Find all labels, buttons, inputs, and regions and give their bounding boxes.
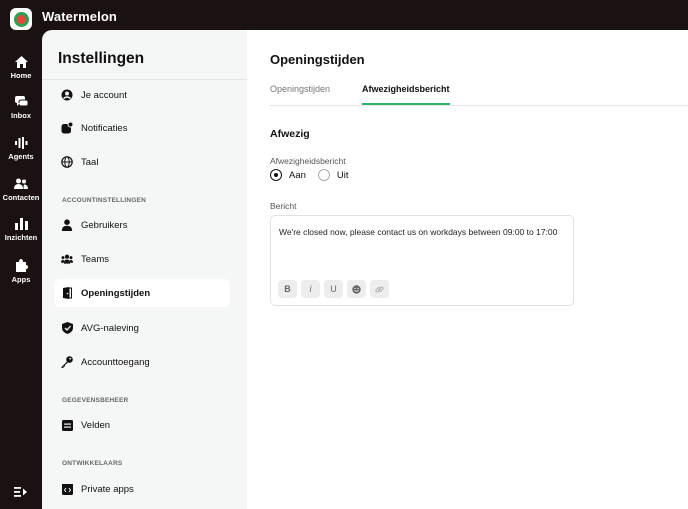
radio-uit-label: Uit <box>336 169 349 181</box>
nav-contacts-label: Contacten <box>2 193 40 202</box>
settings-item-openingstijden[interactable]: Openingstijden <box>54 279 230 307</box>
settings-item-label: Private apps <box>81 483 134 495</box>
agents-icon <box>14 137 27 149</box>
left-nav: Home Inbox Agents Contacten Inzichten Ap… <box>0 32 42 509</box>
italic-button[interactable]: i <box>301 280 320 298</box>
settings-item-label: Taal <box>81 156 99 168</box>
settings-item-accounttoegang[interactable]: Accounttoegang <box>54 348 230 376</box>
settings-item-avg-naleving[interactable]: AVG-naleving <box>54 314 230 342</box>
collapse-nav-button[interactable] <box>14 484 28 502</box>
door-icon <box>61 287 73 299</box>
emoji-icon <box>352 284 361 294</box>
settings-item-label: Gebruikers <box>81 219 128 231</box>
nav-agents[interactable]: Agents <box>0 137 42 161</box>
shield-icon <box>61 322 73 334</box>
top-bar: Watermelon <box>0 0 688 32</box>
puzzle-icon <box>15 259 28 272</box>
underline-button[interactable]: U <box>324 280 343 298</box>
main-content: Openingstijden Openingstijden Afwezighei… <box>247 30 688 509</box>
tab-openingstijden[interactable]: Openingstijden <box>270 84 330 103</box>
nav-insights-label: Inzichten <box>4 233 38 242</box>
settings-item-gebruikers[interactable]: Gebruikers <box>54 211 230 239</box>
code-icon <box>61 483 73 495</box>
nav-apps-label: Apps <box>11 275 31 284</box>
contacts-icon <box>14 178 28 189</box>
nav-inbox[interactable]: Inbox <box>0 96 42 120</box>
home-icon <box>14 56 28 68</box>
fields-icon <box>61 419 73 431</box>
settings-item-teams[interactable]: Teams <box>54 245 230 273</box>
nav-agents-label: Agents <box>8 152 34 161</box>
collapse-icon <box>14 487 27 497</box>
nav-insights[interactable]: Inzichten <box>0 218 42 242</box>
message-text[interactable]: We're closed now, please contact us on w… <box>279 227 557 237</box>
user-circle-icon <box>61 89 73 101</box>
nav-home[interactable]: Home <box>0 56 42 80</box>
tab-afwezigheidsbericht[interactable]: Afwezigheidsbericht <box>362 84 450 105</box>
settings-item-label: Je account <box>81 89 127 101</box>
tab-bar: Openingstijden Afwezigheidsbericht <box>270 82 688 106</box>
nav-apps[interactable]: Apps <box>0 259 42 284</box>
nav-home-label: Home <box>10 71 32 80</box>
notification-icon <box>61 122 73 134</box>
settings-sidebar: Instellingen Je account Notificaties Taa… <box>42 30 247 509</box>
link-button[interactable] <box>370 280 389 298</box>
settings-item-label: Accounttoegang <box>81 356 150 368</box>
radio-aan-label: Aan <box>289 169 306 181</box>
settings-item-private-apps[interactable]: Private apps <box>54 475 230 503</box>
away-radio-group: Aan Uit <box>270 169 361 181</box>
settings-item-taal[interactable]: Taal <box>54 148 230 176</box>
radio-uit[interactable] <box>317 169 330 181</box>
emoji-button[interactable] <box>347 280 366 298</box>
settings-item-je-account[interactable]: Je account <box>54 81 230 109</box>
link-icon <box>375 286 384 292</box>
key-icon <box>61 356 73 368</box>
user-icon <box>61 219 73 231</box>
page-title: Openingstijden <box>270 52 365 67</box>
watermelon-logo[interactable] <box>10 8 32 30</box>
settings-item-label: Notificaties <box>81 122 128 134</box>
bold-button[interactable]: B <box>278 280 297 298</box>
section-title-ontwikkelaars: ONTWIKKELAARS <box>62 460 123 467</box>
message-label: Bericht <box>270 201 297 211</box>
section-title-gegevensbeheer: GEGEVENSBEHEER <box>62 397 129 404</box>
section-title-afwezig: Afwezig <box>270 128 310 140</box>
message-editor[interactable]: We're closed now, please contact us on w… <box>270 215 574 306</box>
settings-title: Instellingen <box>58 50 145 67</box>
settings-item-velden[interactable]: Velden <box>54 411 230 439</box>
section-title-accountinstellingen: ACCOUNTINSTELLINGEN <box>62 197 146 204</box>
globe-icon <box>61 156 73 168</box>
team-icon <box>61 253 73 265</box>
settings-item-notificaties[interactable]: Notificaties <box>54 114 230 142</box>
settings-item-label: Openingstijden <box>81 287 151 299</box>
divider <box>42 79 247 80</box>
nav-contacts[interactable]: Contacten <box>0 178 42 202</box>
inbox-icon <box>14 96 28 107</box>
radio-option-uit[interactable]: Uit <box>317 169 349 181</box>
nav-inbox-label: Inbox <box>11 111 31 120</box>
format-toolbar: B i U <box>278 280 393 298</box>
radio-option-aan[interactable]: Aan <box>270 169 306 181</box>
app-title: Watermelon <box>42 9 117 24</box>
settings-item-label: Velden <box>81 419 111 431</box>
radio-aan[interactable] <box>270 169 282 181</box>
settings-item-label: Teams <box>81 253 109 265</box>
away-message-label: Afwezigheidsbericht <box>270 156 346 166</box>
settings-item-label: AVG-naleving <box>81 322 139 334</box>
insights-icon <box>14 218 28 230</box>
